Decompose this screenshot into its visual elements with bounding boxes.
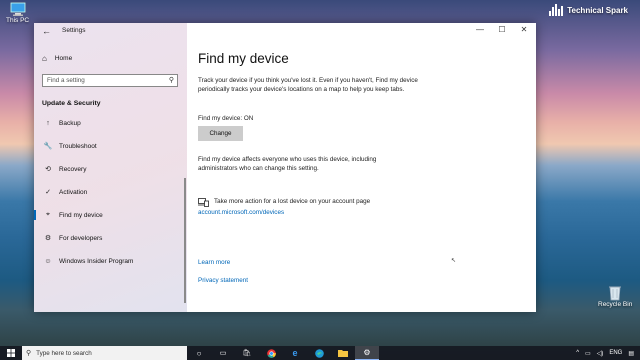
network-icon[interactable]: ▭ — [585, 350, 591, 357]
edge-button[interactable] — [307, 346, 331, 360]
sidebar: ⌂ Home Find a setting ⚲ Update & Securit… — [34, 23, 187, 312]
sidebar-item-label: Backup — [59, 119, 81, 127]
gear-icon: ⚙ — [363, 348, 371, 357]
file-explorer-button[interactable] — [331, 346, 355, 360]
cortana-icon: ○ — [196, 348, 202, 358]
note-text: Find my device affects everyone who uses… — [198, 156, 377, 172]
recovery-icon: ⟲ — [45, 166, 51, 173]
window-title: Settings — [62, 27, 86, 34]
back-arrow-icon[interactable]: ← — [42, 26, 51, 36]
edge-legacy-icon: e — [292, 348, 298, 358]
search-placeholder: Find a setting — [47, 77, 85, 84]
watermark-logo-icon — [549, 4, 564, 16]
task-view-icon: ▭ — [219, 350, 227, 357]
taskbar-search-input[interactable]: ⚲ Type here to search — [22, 346, 187, 360]
activation-check-icon: ✓ — [45, 189, 51, 196]
sidebar-item-label: For developers — [59, 234, 103, 242]
recycle-bin-label: Recycle Bin — [598, 301, 633, 308]
insider-icon: ☺ — [44, 257, 52, 265]
learn-more-link[interactable]: Learn more — [198, 259, 230, 266]
this-pc-desktop-icon[interactable]: This PC — [6, 2, 29, 24]
account-action-text: Take more action for a lost device on yo… — [214, 198, 371, 206]
page-title: Find my device — [198, 51, 289, 66]
sidebar-item-troubleshoot[interactable]: 🔧 Troubleshoot — [34, 137, 184, 155]
sidebar-item-for-developers[interactable]: ⚙ For developers — [34, 229, 184, 247]
store-button[interactable]: 🛍 — [235, 346, 259, 360]
edge-legacy-button[interactable]: e — [283, 346, 307, 360]
find-setting-search-input[interactable]: Find a setting ⚲ — [42, 74, 178, 87]
windows-logo-icon — [7, 349, 15, 357]
status-text: Find my device: ON — [198, 115, 254, 122]
chevron-up-icon[interactable]: ^ — [576, 350, 579, 356]
privacy-statement-link[interactable]: Privacy statement — [198, 277, 248, 284]
title-bar: ← Settings — ☐ ✕ — [34, 23, 536, 40]
volume-icon[interactable]: ◁) — [597, 350, 604, 357]
sidebar-item-label: Troubleshoot — [59, 142, 97, 150]
sidebar-item-label: Activation — [59, 188, 88, 196]
sidebar-item-label: Recovery — [59, 165, 87, 173]
backup-icon: ↑ — [46, 119, 50, 127]
sidebar-item-activation[interactable]: ✓ Activation — [34, 183, 184, 201]
account-devices-link[interactable]: account.microsoft.com/devices — [198, 209, 284, 216]
sidebar-item-label: Windows Insider Program — [59, 257, 134, 265]
sidebar-item-windows-insider[interactable]: ☺ Windows Insider Program — [34, 252, 184, 270]
taskbar-search-placeholder: Type here to search — [36, 349, 92, 357]
settings-window: ⌂ Home Find a setting ⚲ Update & Securit… — [34, 23, 536, 312]
language-indicator[interactable]: ENG — [609, 350, 622, 356]
store-icon: 🛍 — [242, 350, 252, 357]
settings-taskbar-button[interactable]: ⚙ — [355, 346, 379, 360]
account-action-row: Take more action for a lost device on yo… — [198, 198, 438, 207]
close-button[interactable]: ✕ — [514, 25, 534, 34]
find-device-icon: ⌖ — [46, 211, 50, 218]
wrench-icon: 🔧 — [43, 143, 53, 150]
taskbar: ⚲ Type here to search ○ ▭ 🛍 e ⚙ ^ ▭ ◁) E… — [0, 346, 640, 360]
search-icon: ⚲ — [26, 350, 32, 357]
system-tray: ^ ▭ ◁) ENG ▤ — [576, 346, 634, 360]
home-label: Home — [54, 55, 73, 62]
recycle-bin-icon — [609, 286, 622, 301]
change-button[interactable]: Change — [198, 126, 243, 141]
task-view-button[interactable]: ▭ — [211, 346, 235, 360]
edge-icon — [314, 348, 324, 358]
mouse-cursor-icon: ↖ — [451, 258, 457, 264]
devices-icon — [198, 198, 209, 207]
sidebar-item-find-my-device[interactable]: ⌖ Find my device — [34, 206, 184, 224]
watermark: Technical Spark — [549, 4, 628, 16]
maximize-button[interactable]: ☐ — [492, 25, 512, 34]
start-button[interactable] — [0, 346, 22, 360]
search-icon: ⚲ — [168, 77, 174, 84]
section-title: Update & Security — [42, 100, 101, 107]
cortana-button[interactable]: ○ — [187, 346, 211, 360]
chrome-button[interactable] — [259, 346, 283, 360]
sidebar-item-backup[interactable]: ↑ Backup — [34, 114, 184, 132]
watermark-text: Technical Spark — [567, 5, 628, 15]
recycle-bin-desktop-icon[interactable]: Recycle Bin — [598, 284, 632, 308]
computer-icon — [10, 2, 25, 16]
main-content: Find my device Track your device if you … — [187, 23, 536, 312]
sidebar-scrollbar[interactable] — [184, 178, 186, 303]
notification-icon[interactable]: ▤ — [628, 350, 634, 357]
minimize-button[interactable]: — — [470, 25, 490, 34]
this-pc-label: This PC — [6, 17, 30, 24]
home-icon: ⌂ — [42, 54, 47, 63]
intro-text: Track your device if you think you've lo… — [198, 77, 418, 93]
folder-icon — [338, 350, 348, 357]
home-nav-item[interactable]: ⌂ Home — [42, 54, 72, 63]
developer-icon: ⚙ — [44, 235, 52, 242]
chrome-icon — [266, 348, 276, 358]
sidebar-item-recovery[interactable]: ⟲ Recovery — [34, 160, 184, 178]
sidebar-item-label: Find my device — [59, 211, 103, 219]
